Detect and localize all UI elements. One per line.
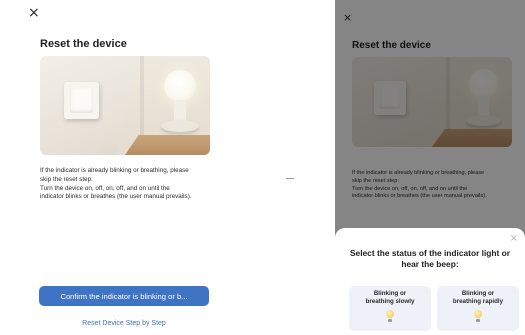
- option-blinking-rapidly[interactable]: Blinking or breathing rapidly: [437, 286, 519, 331]
- reset-instructions: If the indicator is already blinking or …: [40, 167, 240, 202]
- lightbulb-base: [388, 319, 392, 322]
- option-blinking-slowly[interactable]: Blinking or breathing slowly: [349, 286, 431, 331]
- instruction-line: skip the reset step:: [40, 175, 93, 183]
- lightbulb-base: [476, 319, 480, 322]
- confirm-indicator-button[interactable]: Confirm the indicator is blinking or b..…: [39, 286, 209, 306]
- screen-separator: [286, 178, 294, 179]
- light-switch-and-bulb-illustration: [40, 56, 210, 155]
- sheet-title: Select the status of the indicator light…: [349, 248, 511, 270]
- option-label-line: Blinking or: [373, 290, 407, 297]
- lightbulb-icon: [386, 310, 394, 318]
- instruction-line: indicator blinks or breathes (the user m…: [40, 193, 192, 201]
- option-label: Blinking or breathing rapidly: [437, 290, 519, 306]
- instruction-line: Turn the device on, off, on, off, and on…: [40, 184, 170, 192]
- close-icon[interactable]: ×: [510, 234, 518, 244]
- indicator-status-sheet: × Select the status of the indicator lig…: [335, 228, 525, 335]
- option-label: Blinking or breathing slowly: [349, 290, 431, 306]
- page-title: Reset the device: [40, 38, 127, 50]
- reset-device-screen-with-sheet: × Reset the device If the indicator is a…: [335, 0, 525, 335]
- option-label-line: breathing slowly: [365, 298, 415, 306]
- instruction-line: If the indicator is already blinking or …: [40, 167, 189, 174]
- reset-device-screen: × Reset the device If the indicator is a…: [0, 0, 250, 335]
- option-label-line: Blinking or: [461, 290, 495, 297]
- close-icon[interactable]: ×: [28, 6, 40, 20]
- reset-step-by-step-link[interactable]: Reset Device Step by Step: [39, 320, 209, 327]
- option-label-line: breathing rapidly: [452, 298, 504, 306]
- lightbulb-icon: [474, 310, 482, 318]
